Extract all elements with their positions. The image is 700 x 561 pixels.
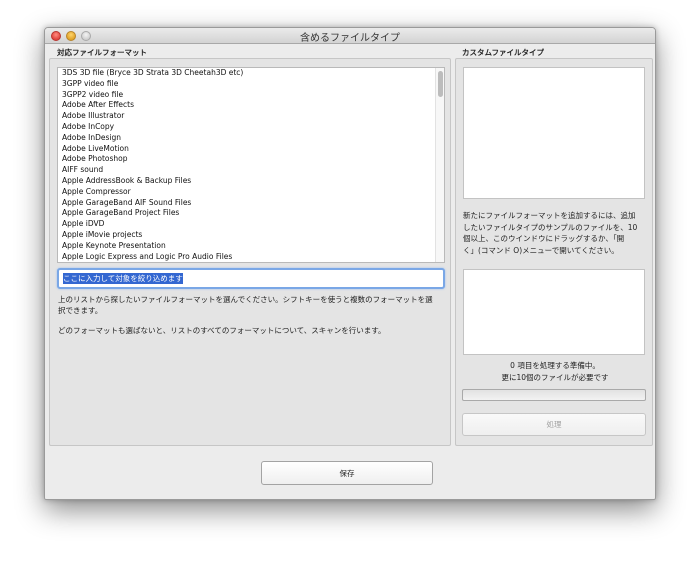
process-button[interactable]: 処理 — [462, 413, 646, 436]
format-list-item[interactable]: Apple Keynote Presentation — [58, 241, 444, 252]
help-text-line2: 択できます。 — [58, 306, 103, 315]
format-items: 3DS 3D file (Bryce 3D Strata 3D Cheetah3… — [58, 68, 444, 262]
supported-formats-panel: 3DS 3D file (Bryce 3D Strata 3D Cheetah3… — [49, 58, 451, 446]
status-ready: 0 項目を処理する準備中。 — [510, 361, 600, 370]
format-list-item[interactable]: Adobe Photoshop — [58, 154, 444, 165]
scroll-thumb[interactable] — [438, 71, 443, 97]
custom-filetypes-panel: 新たにファイルフォーマットを追加するには、追加 したいファイルタイプのサンプルの… — [455, 58, 653, 446]
sample-drop-area[interactable] — [463, 269, 645, 355]
filter-input[interactable] — [57, 268, 445, 289]
format-list-item[interactable]: Apple AddressBook & Backup Files — [58, 176, 444, 187]
format-list-scrollbar[interactable] — [435, 68, 444, 262]
instruction-line: 個以上、このウインドウにドラッグするか、「開 — [463, 234, 625, 243]
format-list-item[interactable]: 3DS 3D file (Bryce 3D Strata 3D Cheetah3… — [58, 68, 444, 79]
instruction-line: したいファイルタイプのサンプルのファイルを、10 — [463, 222, 638, 232]
supported-formats-label: 対応ファイルフォーマット — [57, 48, 147, 57]
save-button[interactable]: 保存 — [261, 461, 433, 485]
custom-instructions: 新たにファイルフォーマットを追加するには、追加 したいファイルタイプのサンプルの… — [463, 210, 637, 256]
format-list-item[interactable]: 3GPP2 video file — [58, 90, 444, 101]
format-list-item[interactable]: Apple iDVD — [58, 219, 444, 230]
format-list-item[interactable]: Adobe Illustrator — [58, 111, 444, 122]
help-text-line3: どのフォーマットも選ばないと、リストのすべてのフォーマットについて、スキャンを行… — [58, 326, 386, 335]
title-bar: 含めるファイルタイプ — [45, 28, 655, 44]
format-list-item[interactable]: Adobe After Effects — [58, 100, 444, 111]
instruction-line: く」(コマンド O)メニューで開いてください。 — [463, 245, 619, 255]
instruction-line: 新たにファイルフォーマットを追加するには、追加 — [463, 211, 636, 220]
help-text-line1: 上のリストから探したいファイルフォーマットを選んでください。シフトキーを使うと複… — [58, 295, 433, 304]
custom-filetypes-label: カスタムファイルタイプ — [462, 48, 545, 57]
format-list-item[interactable]: Adobe InCopy — [58, 122, 444, 133]
custom-filetypes-list[interactable] — [463, 67, 645, 199]
progress-bar — [462, 389, 646, 401]
format-list-item[interactable]: Apple GarageBand Project Files — [58, 208, 444, 219]
format-list-item[interactable]: Apple GarageBand AIF Sound Files — [58, 198, 444, 209]
window-title: 含めるファイルタイプ — [300, 33, 400, 44]
format-list-item[interactable]: Apple Logic Express and Logic Pro Audio … — [58, 252, 444, 262]
format-list-item[interactable]: Adobe LiveMotion — [58, 144, 444, 155]
include-filetypes-window: 含めるファイルタイプ 対応ファイルフォーマット 3DS 3D file (Bry… — [44, 27, 656, 500]
format-list-item[interactable]: Apple Compressor — [58, 187, 444, 198]
format-list[interactable]: 3DS 3D file (Bryce 3D Strata 3D Cheetah3… — [57, 67, 445, 263]
format-list-item[interactable]: Adobe InDesign — [58, 133, 444, 144]
format-list-item[interactable]: Apple iMovie projects — [58, 230, 444, 241]
format-list-item[interactable]: AIFF sound — [58, 165, 444, 176]
format-list-item[interactable]: 3GPP video file — [58, 79, 444, 90]
status-need-files: 更に10個のファイルが必要です — [501, 373, 609, 382]
